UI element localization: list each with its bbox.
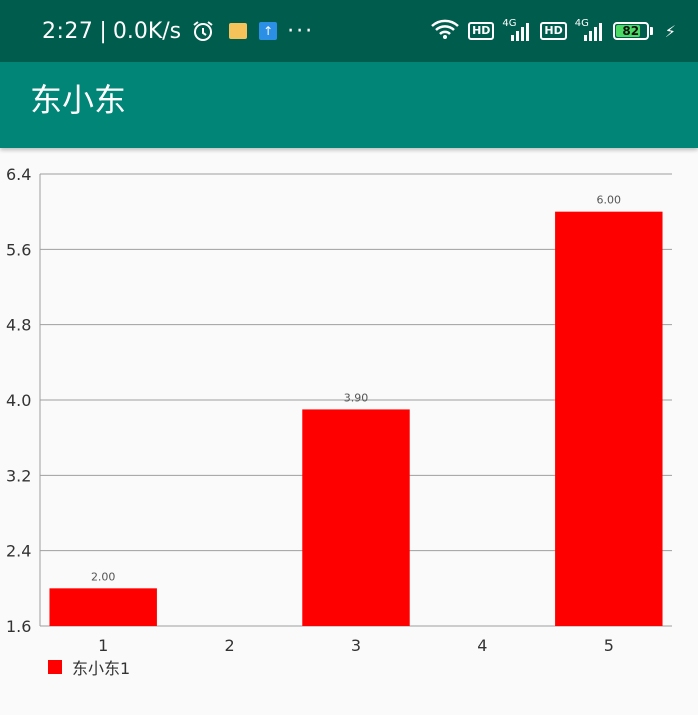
- upload-icon: ↑: [259, 22, 278, 40]
- legend-swatch: [48, 660, 62, 674]
- legend-label: 东小东1: [72, 659, 131, 678]
- status-time: 2:27: [42, 18, 94, 44]
- x-tick-label: 5: [604, 636, 614, 655]
- alarm-icon: [191, 19, 215, 43]
- x-tick-label: 2: [225, 636, 235, 655]
- hd-badge: HD: [468, 22, 495, 40]
- wifi-icon: [430, 18, 460, 44]
- y-tick-label: 4.8: [6, 316, 31, 335]
- x-tick-label: 4: [477, 636, 487, 655]
- charging-icon: ⚡: [664, 21, 676, 41]
- bar: [302, 409, 410, 626]
- y-tick-label: 5.6: [6, 240, 31, 259]
- bar: [49, 588, 157, 626]
- bar: [555, 211, 663, 626]
- battery-level: 82: [622, 24, 640, 38]
- chart-legend: 东小东1: [48, 655, 130, 679]
- bar-value-label: 2.00: [91, 570, 116, 583]
- battery-icon: 82: [612, 22, 653, 40]
- bar-value-label: 3.90: [344, 391, 369, 404]
- status-net-speed: 0.0K/s: [112, 18, 182, 44]
- signal-icon: 4G: [575, 18, 605, 42]
- y-tick-label: 3.2: [6, 466, 31, 485]
- bar-chart: 1.6 2.4 3.2 4.0 4.8 5.6 6.4 2.00 1 2 3.90 3 4 6.00 5: [6, 165, 672, 655]
- status-bar: 2:27 | 0.0K/s ↑ ··· HD 4G HD 4G 82 ⚡: [0, 0, 698, 62]
- notes-icon: [229, 23, 248, 39]
- app-title: 东小东: [30, 81, 127, 119]
- more-icon: ···: [287, 18, 315, 44]
- x-tick-label: 3: [351, 636, 361, 655]
- bar-value-label: 6.00: [597, 194, 622, 207]
- status-separator: |: [99, 18, 107, 44]
- y-tick-label: 2.4: [6, 542, 31, 561]
- y-tick-label: 1.6: [6, 617, 31, 636]
- app-bar: 东小东: [0, 48, 698, 148]
- hd-badge: HD: [540, 22, 567, 40]
- signal-icon: 4G: [502, 18, 532, 42]
- x-tick-label: 1: [98, 636, 108, 655]
- y-tick-label: 6.4: [6, 165, 31, 184]
- y-tick-label: 4.0: [6, 391, 31, 410]
